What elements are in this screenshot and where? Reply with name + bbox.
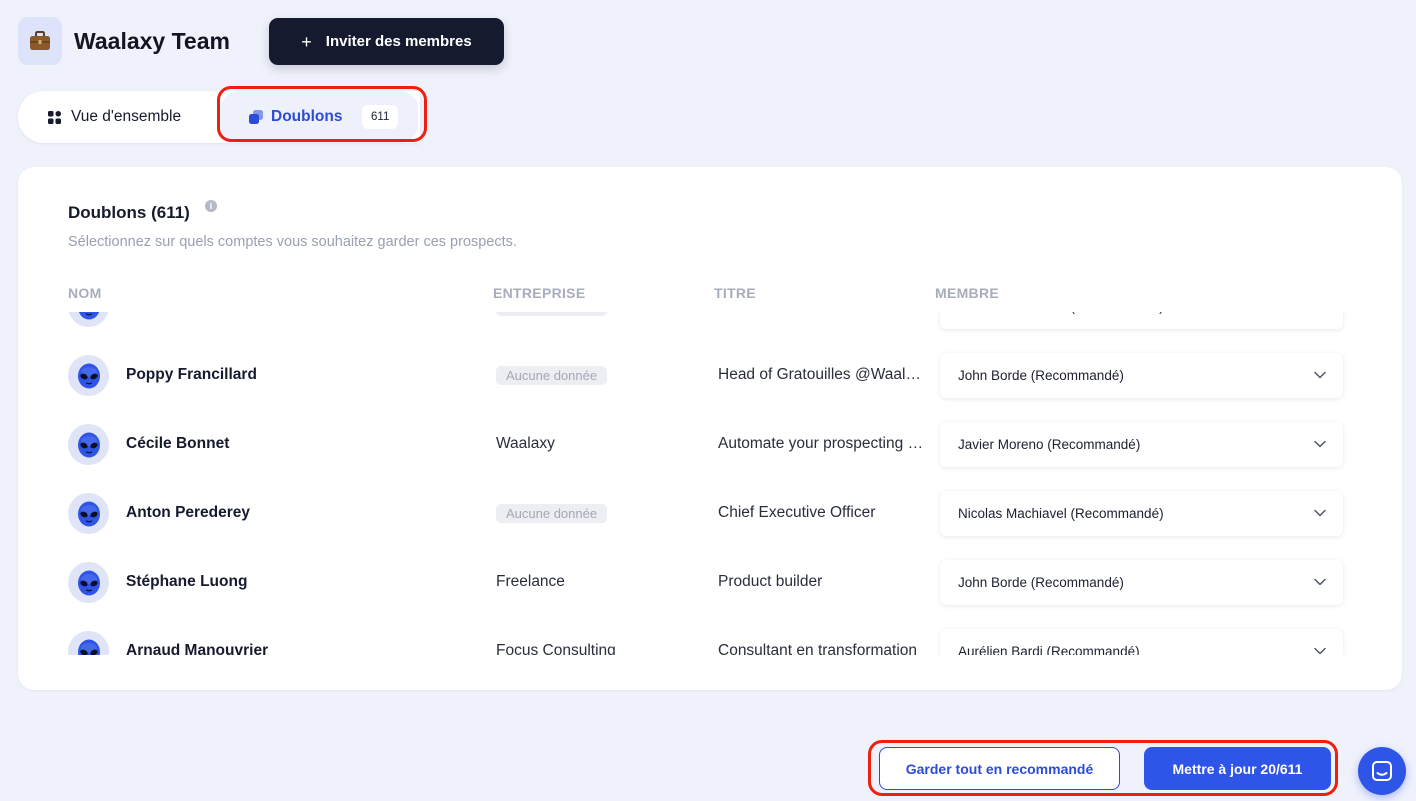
column-header-company: ENTREPRISE: [493, 285, 586, 301]
row-title: Head of Gratouilles @Waalaxy: [718, 366, 926, 383]
row-company: Focus Consulting: [496, 642, 616, 655]
table-row: Alexis Pitiot Aucune donnée Growth Marke…: [18, 312, 1402, 341]
briefcase-icon: [30, 31, 50, 50]
row-name: Arnaud Manouvrier: [126, 642, 269, 655]
member-select[interactable]: Nicolas Machiavel (Recommandé): [940, 491, 1343, 536]
row-title: Consultant en transformation: [718, 642, 918, 655]
member-select-value: Aurélien Bardi (Recommandé): [958, 644, 1140, 655]
chat-icon: [1372, 761, 1392, 781]
row-name: Poppy Francillard: [126, 366, 257, 383]
member-select[interactable]: Aurélien Bardi (Recommandé): [940, 629, 1343, 655]
info-icon[interactable]: i: [205, 200, 217, 212]
avatar: [68, 424, 109, 465]
card-title: Doublons (611): [68, 203, 190, 222]
chevron-down-icon: [1314, 578, 1326, 586]
team-name: Waalaxy Team: [74, 28, 230, 54]
plus-icon: +: [301, 31, 312, 52]
invite-members-label: Inviter des membres: [325, 33, 472, 50]
member-select[interactable]: John Borde (Recommandé): [940, 353, 1343, 398]
update-button[interactable]: Mettre à jour 20/611: [1144, 747, 1331, 790]
avatar: [68, 355, 109, 396]
row-title: Growth Marketer: [718, 312, 926, 315]
row-name: Alexis Pitiot: [126, 312, 215, 315]
member-select[interactable]: John Borde (Recommandé): [940, 560, 1343, 605]
member-select[interactable]: Nicolas Machiavel (Recommandé): [940, 312, 1343, 329]
member-select-value: Nicolas Machiavel (Recommandé): [958, 312, 1164, 314]
avatar: [68, 562, 109, 603]
no-data-badge: Aucune donnée: [496, 504, 608, 523]
table-row: Poppy Francillard Aucune donnée Head of …: [18, 341, 1402, 410]
alien-avatar-icon: [77, 639, 100, 655]
table-row: Stéphane Luong Freelance Product builder…: [18, 548, 1402, 617]
grid-icon: [48, 110, 61, 124]
column-header-member: MEMBRE: [935, 285, 1000, 301]
no-data-badge: Aucune donnée: [496, 312, 608, 316]
chevron-down-icon: [1314, 647, 1326, 655]
column-header-name: NOM: [68, 285, 102, 301]
member-select-value: John Borde (Recommandé): [958, 575, 1124, 590]
tab-overview[interactable]: Vue d'ensemble: [48, 108, 181, 126]
row-name: Stéphane Luong: [126, 573, 248, 590]
rows-scroll-area[interactable]: Alexis Pitiot Aucune donnée Growth Marke…: [18, 312, 1402, 655]
chevron-down-icon: [1314, 509, 1326, 517]
tab-doublons[interactable]: Doublons 611: [221, 91, 418, 143]
chevron-down-icon: [1313, 312, 1327, 313]
avatar: [68, 312, 109, 327]
member-select[interactable]: Javier Moreno (Recommandé): [940, 422, 1343, 467]
tab-bar: Vue d'ensemble Doublons 611: [18, 91, 420, 143]
row-company: Freelance: [496, 573, 565, 590]
row-name: Anton Perederey: [126, 504, 251, 521]
avatar: [68, 631, 109, 655]
chat-button[interactable]: [1358, 747, 1406, 795]
table-row: Arnaud Manouvrier Focus Consulting Consu…: [18, 617, 1402, 655]
avatar: [68, 493, 109, 534]
member-select-value: John Borde (Recommandé): [958, 368, 1124, 383]
duplicates-card: Doublons (611) i Sélectionnez sur quels …: [18, 167, 1402, 690]
chevron-down-icon: [1314, 371, 1326, 379]
no-data-badge: Aucune donnée: [496, 366, 608, 385]
member-select-value: Nicolas Machiavel (Recommandé): [958, 506, 1164, 521]
member-select-value: Javier Moreno (Recommandé): [958, 437, 1141, 452]
invite-members-button[interactable]: + Inviter des membres: [269, 18, 504, 65]
keep-all-recommended-button[interactable]: Garder tout en recommandé: [879, 747, 1120, 790]
alien-avatar-icon: [77, 363, 100, 388]
table-row: Anton Perederey Aucune donnée Chief Exec…: [18, 479, 1402, 548]
alien-avatar-icon: [77, 501, 100, 526]
team-icon-box: [18, 17, 62, 65]
tab-overview-label: Vue d'ensemble: [71, 108, 182, 125]
row-title: Product builder: [718, 573, 823, 590]
row-title: Automate your prospecting with Waalaxy: [718, 435, 926, 452]
tab-doublons-label: Doublons: [271, 108, 343, 125]
table-row: Cécile Bonnet Waalaxy Automate your pros…: [18, 410, 1402, 479]
alien-avatar-icon: [78, 312, 99, 319]
column-header-title: TITRE: [714, 285, 756, 301]
row-company: Waalaxy: [496, 435, 555, 452]
row-name: Cécile Bonnet: [126, 435, 230, 452]
row-title: Chief Executive Officer: [718, 504, 876, 521]
card-subtitle: Sélectionnez sur quels comptes vous souh…: [68, 234, 517, 250]
duplicate-icon: [249, 110, 263, 124]
tab-doublons-count-badge: 611: [362, 105, 399, 129]
chevron-down-icon: [1314, 440, 1326, 448]
alien-avatar-icon: [77, 570, 100, 595]
alien-avatar-icon: [77, 432, 100, 457]
